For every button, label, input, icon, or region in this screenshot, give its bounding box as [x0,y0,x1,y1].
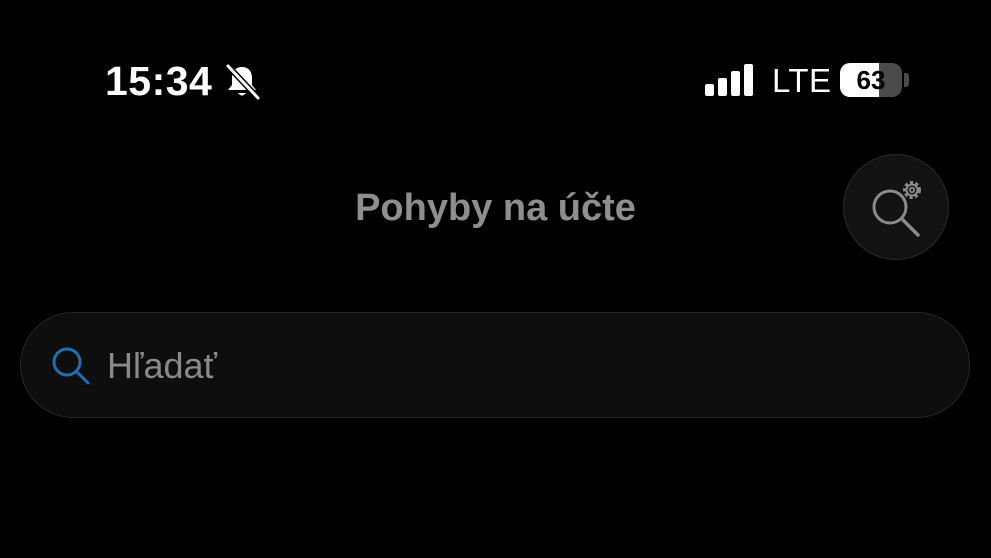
bell-slash-icon [225,63,261,101]
network-type: LTE [772,62,832,99]
battery-level: 63 [856,65,886,95]
battery-icon: 63 [840,63,902,97]
search-icon [52,347,90,385]
search-settings-button[interactable] [843,154,949,260]
search-settings-icon [872,181,921,237]
search-input[interactable] [107,341,927,391]
search-bar[interactable] [20,312,970,418]
signal-bars-icon [705,64,753,96]
status-time: 15:34 [105,58,213,104]
battery-cap [904,73,909,87]
